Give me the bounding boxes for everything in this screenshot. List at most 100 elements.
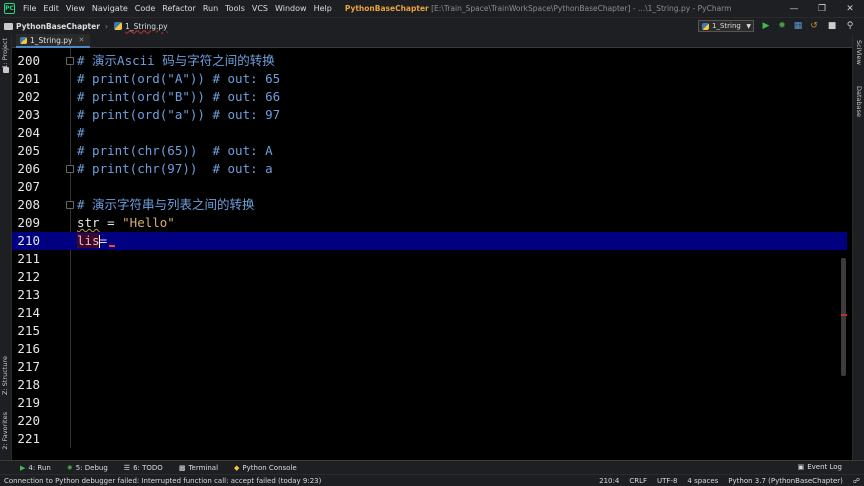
- fold-marker-icon[interactable]: [66, 201, 74, 209]
- event-log-icon: ▣: [797, 463, 805, 471]
- line-number: 202: [17, 89, 40, 104]
- code-line[interactable]: 208 # 演示字符串与列表之间的转换: [12, 196, 847, 214]
- profile-icon[interactable]: ↺: [808, 20, 820, 32]
- run-configuration-select[interactable]: 1_String ▼: [698, 20, 754, 32]
- line-number: 215: [17, 323, 40, 338]
- line-separator[interactable]: CRLF: [629, 477, 647, 485]
- breadcrumb-project[interactable]: PythonBaseChapter: [4, 22, 100, 31]
- search-icon[interactable]: ⚲: [844, 20, 856, 32]
- code-line[interactable]: 216: [12, 340, 847, 358]
- code-line[interactable]: 220: [12, 412, 847, 430]
- debug-icon[interactable]: ✹: [776, 20, 788, 32]
- menu-refactor[interactable]: Refactor: [162, 4, 196, 13]
- menu-edit[interactable]: Edit: [43, 4, 59, 13]
- status-message[interactable]: Connection to Python debugger failed: In…: [4, 477, 321, 485]
- indent-setting[interactable]: 4 spaces: [687, 477, 718, 485]
- python-interpreter[interactable]: Python 3.7 (PythonBaseChapter): [728, 477, 843, 485]
- run-tool-button[interactable]: ▶ 4: Run: [20, 464, 51, 472]
- code-line[interactable]: 210 lis=: [12, 232, 847, 250]
- code-line[interactable]: 201 # print(ord("A")) # out: 65: [12, 70, 847, 88]
- favorites-tool-tab[interactable]: 2: Favorites: [1, 412, 11, 450]
- run-icon[interactable]: ▶: [760, 20, 772, 32]
- error-underline-icon: [109, 245, 116, 247]
- todo-tool-button[interactable]: ☰ 6: TODO: [124, 464, 163, 472]
- debug-tool-button[interactable]: ✹ 5: Debug: [67, 464, 108, 472]
- window-title-project: PythonBaseChapter: [344, 4, 429, 13]
- code-line[interactable]: 200 # 演示Ascii 码与字符之间的转换: [12, 52, 847, 70]
- code-text: # print(ord("A")) # out: 65: [77, 71, 281, 86]
- tab-close-icon[interactable]: ✕: [79, 36, 85, 44]
- editor-tab-bar: 1_String.py ✕: [12, 34, 852, 48]
- code-line[interactable]: 205 # print(chr(65)) # out: A: [12, 142, 847, 160]
- code-line[interactable]: 207: [12, 178, 847, 196]
- code-line[interactable]: 203 # print(ord("a")) # out: 97: [12, 106, 847, 124]
- fold-marker-icon[interactable]: [66, 57, 74, 65]
- menu-navigate[interactable]: Navigate: [92, 4, 128, 13]
- line-number: 203: [17, 107, 40, 122]
- editor-scrollbar[interactable]: [840, 48, 847, 448]
- terminal-icon: ▩: [178, 463, 186, 472]
- code-line[interactable]: 206 # print(chr(97)) # out: a: [12, 160, 847, 178]
- code-line[interactable]: 218: [12, 376, 847, 394]
- code-line[interactable]: 221: [12, 430, 847, 448]
- code-line[interactable]: 217: [12, 358, 847, 376]
- menu-file[interactable]: File: [23, 4, 36, 13]
- fold-marker-icon[interactable]: [66, 165, 74, 173]
- code-line[interactable]: 215: [12, 322, 847, 340]
- scrollbar-thumb[interactable]: [841, 258, 846, 376]
- editor-tab[interactable]: 1_String.py ✕: [16, 34, 91, 48]
- run-tool-label: 4: Run: [28, 463, 51, 472]
- minimize-icon[interactable]: —: [780, 0, 808, 17]
- terminal-tool-label: Terminal: [188, 463, 219, 472]
- run-icon: ▶: [20, 463, 26, 472]
- terminal-tool-button[interactable]: ▩ Terminal: [179, 464, 218, 472]
- python-icon: ◆: [234, 463, 240, 472]
- file-encoding[interactable]: UTF-8: [657, 477, 677, 485]
- menu-vcs[interactable]: VCS: [252, 4, 268, 13]
- code-text: # 演示Ascii 码与字符之间的转换: [77, 53, 275, 68]
- code-line[interactable]: 202 # print(ord("B")) # out: 66: [12, 88, 847, 106]
- code-line[interactable]: 213: [12, 286, 847, 304]
- code-line[interactable]: 212: [12, 268, 847, 286]
- menu-window[interactable]: Window: [275, 4, 307, 13]
- menu-help[interactable]: Help: [314, 4, 332, 13]
- menu-tools[interactable]: Tools: [225, 4, 245, 13]
- sciview-tool-tab[interactable]: SciView: [855, 40, 863, 65]
- status-bar: Connection to Python debugger failed: In…: [0, 474, 864, 486]
- python-file-icon: [114, 22, 123, 30]
- python-console-tool-button[interactable]: ◆ Python Console: [234, 464, 297, 472]
- breadcrumb-file[interactable]: 1_String.py: [114, 22, 168, 31]
- line-number: 221: [17, 431, 40, 446]
- lock-icon[interactable]: ☍: [853, 477, 860, 485]
- close-icon[interactable]: ✕: [836, 0, 864, 17]
- caret-position[interactable]: 210:4: [599, 477, 619, 485]
- menu-run[interactable]: Run: [203, 4, 218, 13]
- run-configuration-label: 1_String: [712, 22, 741, 30]
- code-line[interactable]: 211: [12, 250, 847, 268]
- structure-tool-tab[interactable]: Z: Structure: [1, 356, 11, 395]
- code-text: #: [77, 125, 85, 140]
- restore-icon[interactable]: ❐: [808, 0, 836, 17]
- window-title: PythonBaseChapter [E:\Train_Space\TrainW…: [345, 4, 732, 13]
- event-log-button[interactable]: ▣ Event Log: [798, 463, 842, 471]
- stop-icon[interactable]: ■: [826, 20, 838, 32]
- code-line[interactable]: 204 #: [12, 124, 847, 142]
- menu-view[interactable]: View: [66, 4, 85, 13]
- line-number: 208: [17, 197, 40, 212]
- coverage-icon[interactable]: ▦: [792, 20, 804, 32]
- breadcrumb-file-label: 1_String.py: [125, 21, 168, 31]
- error-stripe-marker[interactable]: [841, 314, 847, 316]
- line-number: 214: [17, 305, 40, 320]
- todo-tool-label: 6: TODO: [133, 463, 163, 472]
- code-line[interactable]: 214: [12, 304, 847, 322]
- code-line[interactable]: 209 str = "Hello": [12, 214, 847, 232]
- code-line[interactable]: 219: [12, 394, 847, 412]
- line-number: 210: [17, 233, 40, 248]
- line-number: 219: [17, 395, 40, 410]
- menu-code[interactable]: Code: [135, 4, 155, 13]
- code-editor[interactable]: 200 # 演示Ascii 码与字符之间的转换 201 # print(ord("A"…: [12, 48, 847, 448]
- code-text: lis=: [77, 232, 116, 250]
- chevron-down-icon: ▼: [746, 22, 751, 30]
- database-tool-tab[interactable]: Database: [855, 86, 863, 117]
- project-tool-tab[interactable]: 1: Project: [1, 38, 11, 69]
